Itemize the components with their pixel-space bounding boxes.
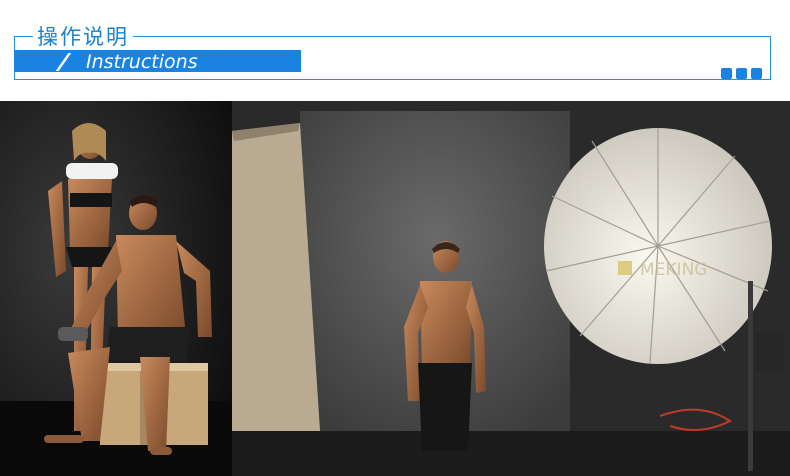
watermark-text: MEKING — [640, 260, 707, 280]
umbrella-softbox: MEKING — [544, 128, 772, 364]
right-floor — [232, 431, 790, 476]
dot-3 — [751, 68, 762, 79]
studio-photo: MEKING — [0, 101, 790, 476]
three-square-dots-icon — [721, 68, 762, 79]
meking-logo-icon — [618, 261, 632, 275]
header: 操作说明 Instructions — [0, 0, 790, 100]
studio-photo-illustration: MEKING — [0, 101, 790, 476]
english-title: Instructions — [86, 51, 198, 73]
light-stand — [748, 281, 753, 471]
dot-1 — [721, 68, 732, 79]
chinese-title: 操作说明 — [33, 21, 133, 51]
dot-2 — [736, 68, 747, 79]
